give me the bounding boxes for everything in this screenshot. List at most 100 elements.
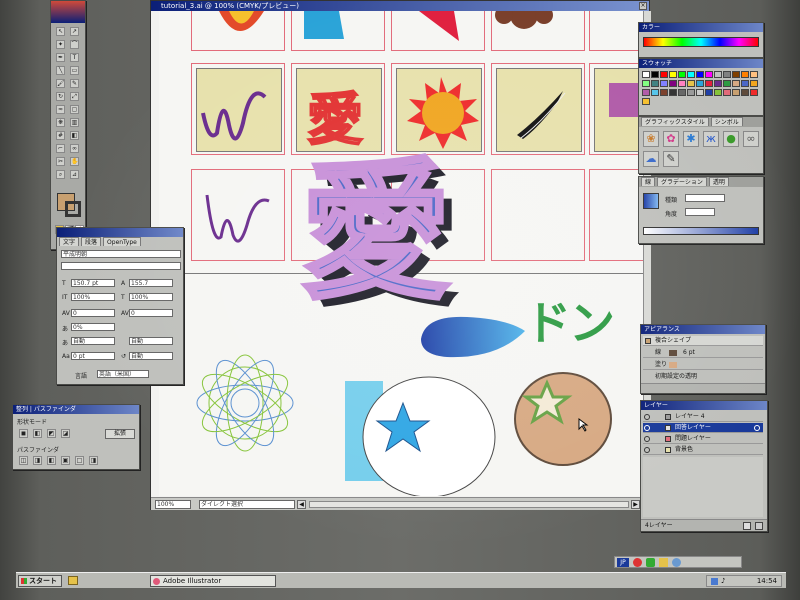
symbol-flower-icon[interactable]: ✿ (663, 131, 679, 147)
rotation-field[interactable]: 自動 (129, 352, 173, 360)
direct-selection-tool-icon[interactable]: ↗ (70, 27, 79, 36)
artboard[interactable]: 愛 愛 愛 ドン (159, 11, 643, 496)
taskbar-app-button[interactable]: Adobe Illustrator (150, 575, 276, 587)
ime-input-icon[interactable] (633, 558, 642, 567)
divide-icon[interactable]: ◫ (19, 456, 28, 465)
minus-front-icon[interactable]: ◧ (33, 429, 42, 438)
color-swatch[interactable] (660, 80, 668, 87)
horizontal-scrollbar[interactable] (309, 501, 629, 508)
scroll-right-icon[interactable]: ▶ (631, 500, 640, 509)
color-swatch[interactable] (651, 80, 659, 87)
minus-back-icon[interactable]: ◨ (89, 456, 98, 465)
symbol-leaf-icon[interactable]: ❀ (643, 131, 659, 147)
volume-icon[interactable]: ♪ (721, 577, 725, 585)
color-swatch[interactable] (678, 89, 686, 96)
symbol-chain-icon[interactable]: ∞ (743, 131, 759, 147)
color-swatch[interactable] (750, 71, 758, 78)
gradient-angle-field[interactable] (685, 208, 715, 216)
eye-icon[interactable] (644, 425, 650, 431)
quicklaunch-folder-icon[interactable] (68, 576, 78, 585)
eyedropper-tool-icon[interactable]: ⌐ (56, 144, 65, 153)
type-tool-icon[interactable]: T (70, 53, 79, 62)
color-swatch[interactable] (732, 71, 740, 78)
appearance-fill-row[interactable]: 塗り (643, 360, 763, 370)
tab-stroke[interactable]: 線 (641, 177, 656, 186)
color-swatch[interactable] (714, 71, 722, 78)
mesh-tool-icon[interactable]: # (56, 131, 65, 140)
symbol-splash-icon[interactable]: ✱ (683, 131, 699, 147)
gradient-tool-icon[interactable]: ◧ (70, 131, 79, 140)
ime-dict-icon[interactable] (659, 558, 668, 567)
graph-tool-icon[interactable]: ▥ (70, 118, 79, 127)
aki-left-field[interactable]: 自動 (71, 337, 115, 345)
color-swatch[interactable] (696, 80, 704, 87)
color-swatch[interactable] (741, 71, 749, 78)
hand-tool-icon[interactable]: ✋ (70, 157, 79, 166)
selection-tool-icon[interactable]: ↖ (56, 27, 65, 36)
warp-tool-icon[interactable]: ≈ (56, 105, 65, 114)
symbol-butterfly-icon[interactable]: ж (703, 131, 719, 147)
gradient-kind-select[interactable] (685, 194, 725, 202)
color-swatch[interactable] (642, 98, 650, 105)
layer-row[interactable]: 問題レイヤー (643, 434, 763, 444)
tab-graphic-style[interactable]: グラフィックスタイル (641, 117, 709, 126)
scale-tool-icon[interactable]: ⤢ (70, 92, 79, 101)
color-swatch[interactable] (696, 71, 704, 78)
tool-status-field[interactable]: ダイレクト選択 (199, 500, 295, 509)
layer-row[interactable]: レイヤー 4 (643, 412, 763, 422)
pathfinder-tab-label[interactable]: パスファインダ (34, 406, 76, 413)
color-swatch[interactable] (741, 89, 749, 96)
pen-tool-icon[interactable]: ✒ (56, 53, 65, 62)
ime-mode[interactable]: JP (617, 558, 629, 567)
symbol-sprayer-tool-icon[interactable]: ❋ (56, 118, 65, 127)
color-swatch[interactable] (669, 80, 677, 87)
aki-right-field[interactable]: 自動 (129, 337, 173, 345)
leading-field[interactable]: 155.7 (129, 279, 173, 287)
intersect-icon[interactable]: ◩ (47, 429, 56, 438)
lasso-tool-icon[interactable]: ⌒ (70, 40, 79, 49)
slice-tool-icon[interactable]: ⊿ (70, 170, 79, 179)
rotate-tool-icon[interactable]: ↻ (56, 92, 65, 101)
unite-icon[interactable]: ◼ (19, 429, 28, 438)
pencil-tool-icon[interactable]: ✎ (70, 79, 79, 88)
vertical-scale-field[interactable]: 100% (71, 293, 115, 301)
symbol-cloud-icon[interactable]: ☁ (643, 151, 659, 167)
swatch-panel-title[interactable]: スウォッチ (639, 59, 763, 68)
color-swatch[interactable] (642, 89, 650, 96)
color-swatch[interactable] (642, 80, 650, 87)
color-swatch[interactable] (723, 71, 731, 78)
kerning-field[interactable]: 0 (71, 309, 115, 317)
align-tab-label[interactable]: 整列 (16, 406, 28, 413)
toolbox-grip[interactable] (51, 1, 85, 23)
rectangle-tool-icon[interactable]: ▭ (70, 66, 79, 75)
scroll-left-icon[interactable]: ◀ (297, 500, 306, 509)
magic-wand-tool-icon[interactable]: ✦ (56, 40, 65, 49)
expand-button[interactable]: 拡張 (105, 429, 135, 439)
tsume-field[interactable]: 0% (71, 323, 115, 331)
outline-icon[interactable]: □ (75, 456, 84, 465)
color-swatch[interactable] (660, 71, 668, 78)
horizontal-scale-field[interactable]: 100% (129, 293, 173, 301)
tab-symbols[interactable]: シンボル (710, 117, 743, 126)
symbol-apple-icon[interactable]: ● (723, 131, 739, 147)
color-spectrum-bar[interactable] (643, 37, 759, 47)
color-swatch[interactable] (705, 89, 713, 96)
layer-row-selected[interactable]: 回答レイヤー (643, 423, 763, 433)
baseline-field[interactable]: 0 pt (71, 352, 115, 360)
crop-icon[interactable]: ▣ (61, 456, 70, 465)
new-layer-icon[interactable] (743, 522, 751, 530)
pathfinder-panel-title[interactable]: 整列 | パスファインダ (13, 405, 139, 414)
tab-paragraph[interactable]: 段落 (81, 237, 102, 246)
color-swatch[interactable] (696, 89, 704, 96)
layers-panel-title[interactable]: レイヤー (641, 401, 767, 410)
color-swatch[interactable] (705, 71, 713, 78)
appearance-panel-title[interactable]: アピアランス (641, 325, 765, 334)
color-swatch[interactable] (678, 71, 686, 78)
blend-tool-icon[interactable]: ∞ (70, 144, 79, 153)
color-swatch[interactable] (642, 71, 650, 78)
trim-icon[interactable]: ◨ (33, 456, 42, 465)
appearance-stroke-row[interactable]: 線 6 pt (643, 348, 763, 358)
zoom-field[interactable]: 100% (155, 500, 191, 509)
ime-help-icon[interactable] (672, 558, 681, 567)
eye-icon[interactable] (644, 436, 650, 442)
